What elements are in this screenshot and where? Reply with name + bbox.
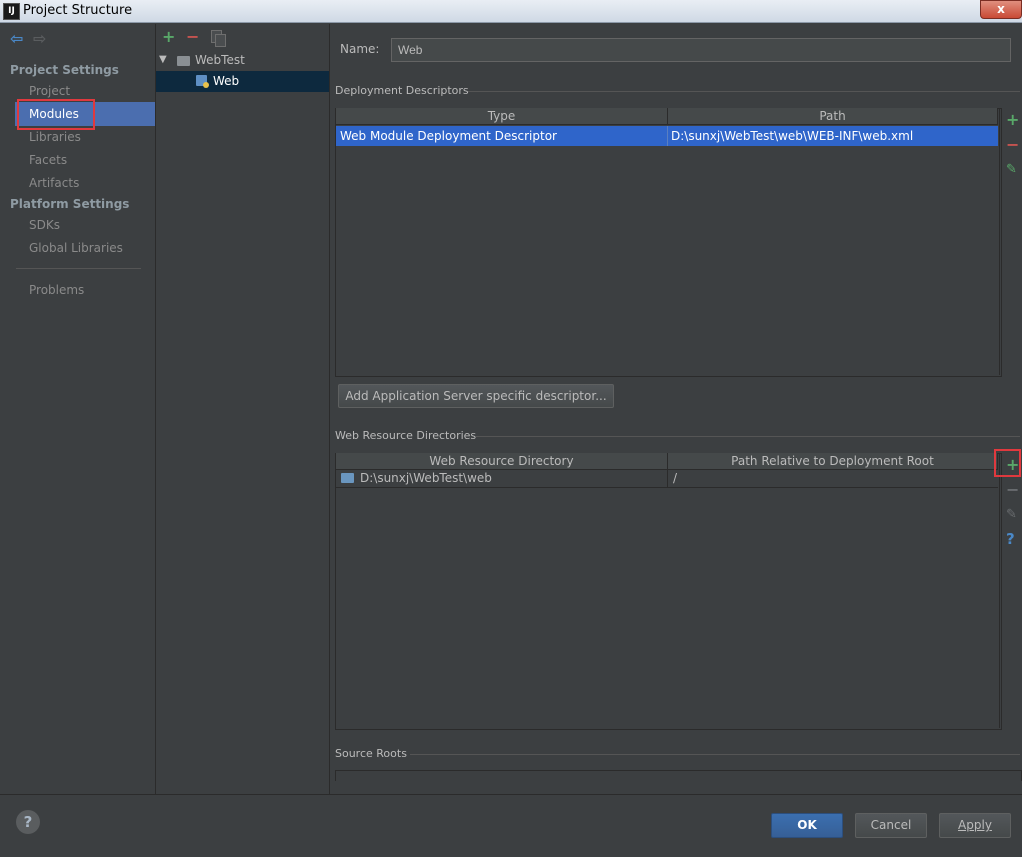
deployment-descriptors-title: Deployment Descriptors <box>335 84 469 97</box>
tree-node-webtest[interactable]: WebTest <box>195 53 245 67</box>
copy-icon-back <box>215 34 226 47</box>
forward-arrow-icon[interactable]: ⇨ <box>33 31 46 47</box>
column-header-web-resource-directory[interactable]: Web Resource Directory <box>336 453 668 470</box>
table-cell-relative-path[interactable]: / <box>673 469 677 487</box>
folder-icon <box>177 56 190 66</box>
web-facet-badge-icon <box>203 82 209 88</box>
nav-item-artifacts[interactable]: Artifacts <box>29 176 79 190</box>
cancel-button[interactable]: Cancel <box>855 813 927 838</box>
help-button[interactable]: ? <box>16 810 40 834</box>
column-header-path[interactable]: Path <box>668 108 998 125</box>
nav-item-project[interactable]: Project <box>29 84 70 98</box>
modules-highlight-box <box>17 99 95 130</box>
column-header-type[interactable]: Type <box>336 108 668 125</box>
table-cell-path[interactable]: D:\sunxj\WebTest\web\WEB-INF\web.xml <box>671 126 996 146</box>
table-cell-directory[interactable]: D:\sunxj\WebTest\web <box>360 469 492 487</box>
section-divider <box>410 754 1020 755</box>
add-server-descriptor-button[interactable]: Add Application Server specific descript… <box>338 384 614 408</box>
folder-icon <box>341 473 354 483</box>
name-label: Name: <box>340 42 380 56</box>
source-roots-panel <box>335 770 1022 781</box>
tree-node-web-selected[interactable] <box>156 71 329 92</box>
ok-button[interactable]: OK <box>771 813 843 838</box>
add-descriptor-icon[interactable]: + <box>1006 112 1019 128</box>
section-divider <box>468 91 1020 92</box>
module-tree-panel <box>156 24 330 794</box>
expand-arrow-icon[interactable]: ▼ <box>159 54 167 65</box>
add-highlight-box <box>994 449 1021 477</box>
nav-item-libraries[interactable]: Libraries <box>29 130 81 144</box>
close-window-button[interactable]: x <box>980 0 1022 19</box>
apply-button[interactable]: Apply <box>939 813 1011 838</box>
add-icon[interactable]: + <box>162 29 175 45</box>
column-header-relative-path[interactable]: Path Relative to Deployment Root <box>668 453 998 470</box>
edit-pencil-icon[interactable]: ✎ <box>1006 507 1017 522</box>
web-resource-directories-title: Web Resource Directories <box>335 429 477 442</box>
cell-divider <box>667 126 668 146</box>
nav-item-facets[interactable]: Facets <box>29 153 67 167</box>
remove-descriptor-icon[interactable]: − <box>1006 137 1019 153</box>
edit-pencil-icon[interactable]: ✎ <box>1006 162 1017 177</box>
source-roots-title: Source Roots <box>335 747 407 760</box>
nav-item-global-libraries[interactable]: Global Libraries <box>29 241 123 255</box>
cell-divider <box>667 470 668 487</box>
name-input[interactable] <box>391 38 1011 62</box>
table-cell-type[interactable]: Web Module Deployment Descriptor <box>340 126 665 146</box>
deployment-descriptors-table <box>335 108 1002 377</box>
remove-web-resource-icon[interactable]: − <box>1006 482 1019 498</box>
web-resource-table <box>335 453 1002 730</box>
back-arrow-icon[interactable]: ⇦ <box>10 31 23 47</box>
window-title: Project Structure <box>23 3 133 18</box>
window-title-bar: IJ Project Structure x <box>0 0 1022 23</box>
nav-item-problems[interactable]: Problems <box>29 283 84 297</box>
nav-divider <box>16 268 141 269</box>
tree-node-web[interactable]: Web <box>213 74 239 88</box>
help-icon[interactable]: ? <box>1006 530 1015 548</box>
platform-settings-heading: Platform Settings <box>10 197 130 211</box>
section-divider <box>476 436 1020 437</box>
intellij-app-icon: IJ <box>3 3 20 20</box>
remove-icon[interactable]: − <box>186 29 199 45</box>
project-settings-heading: Project Settings <box>10 63 119 77</box>
nav-item-sdks[interactable]: SDKs <box>29 218 60 232</box>
